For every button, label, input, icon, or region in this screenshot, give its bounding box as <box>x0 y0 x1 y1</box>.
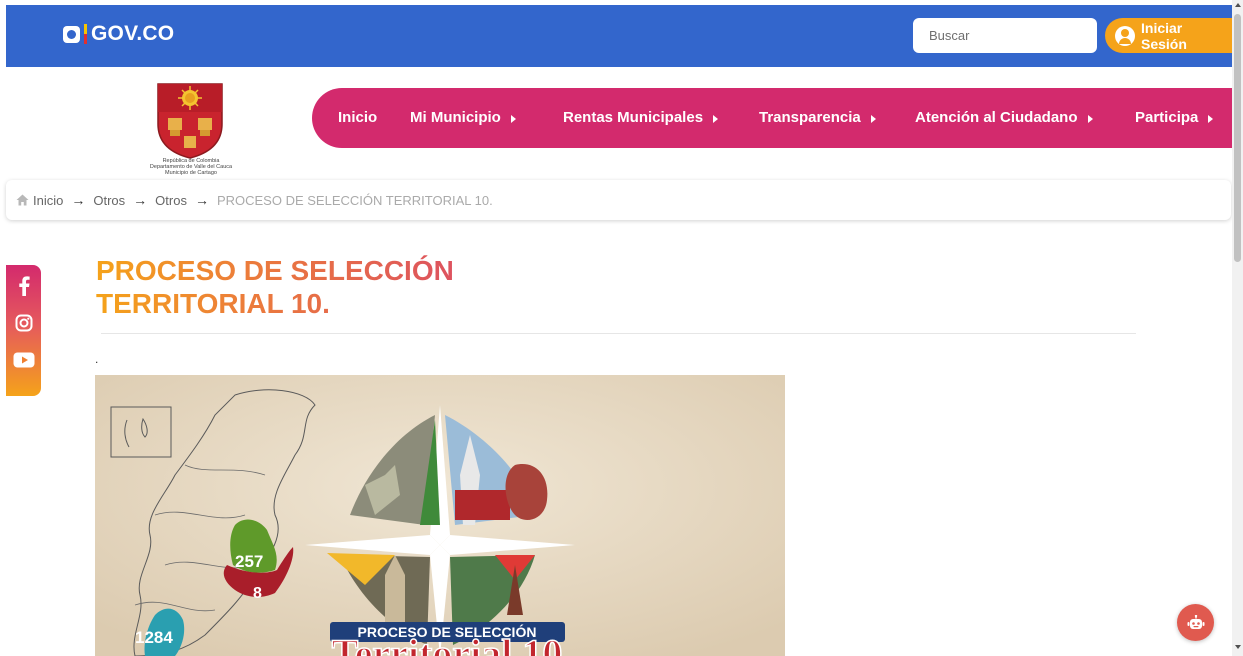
scroll-down-arrow-icon[interactable] <box>1235 645 1241 649</box>
gov-shield-icon <box>63 25 80 43</box>
nav-item-label: Participa <box>1135 109 1199 126</box>
facebook-icon[interactable] <box>13 275 35 297</box>
poster-number: 257 <box>235 552 263 571</box>
page-title-line: PROCESO DE SELECCIÓN <box>96 255 454 286</box>
home-icon <box>16 194 29 206</box>
social-sidebar <box>6 265 41 396</box>
nav-item-inicio[interactable]: Inicio <box>338 109 377 126</box>
page-scrollbar[interactable] <box>1232 0 1243 656</box>
crest-caption-line: Municipio de Cartago <box>165 170 217 176</box>
nav-item-transparencia[interactable]: Transparencia <box>759 109 876 126</box>
login-label: Iniciar Sesión <box>1141 19 1187 52</box>
poster-number: 8 <box>253 585 262 602</box>
breadcrumb-current: PROCESO DE SELECCIÓN TERRITORIAL 10. <box>216 192 493 208</box>
breadcrumb-separator: → <box>194 192 209 208</box>
scroll-up-arrow-icon[interactable] <box>1235 3 1241 7</box>
nav-item-label: Rentas Municipales <box>563 109 704 126</box>
scroll-thumb[interactable] <box>1234 14 1241 262</box>
user-circle-icon <box>1115 25 1135 46</box>
intro-text: . <box>95 352 99 366</box>
caret-right-icon <box>870 114 876 123</box>
breadcrumb-link-otros[interactable]: Otros <box>93 193 125 208</box>
gov-logo-text: GOV.CO <box>91 22 175 45</box>
caret-right-icon <box>713 114 719 123</box>
page: GOV.CO Iniciar Sesión República de Colom… <box>0 0 1243 656</box>
breadcrumb-link-otros[interactable]: Otros <box>155 193 187 208</box>
title-divider <box>101 333 1136 334</box>
login-button[interactable]: Iniciar Sesión <box>1105 18 1232 53</box>
crest-caption: República de Colombia Departamento de Va… <box>128 158 254 176</box>
gov-flag-bar <box>84 24 87 44</box>
breadcrumb-separator: → <box>71 192 86 208</box>
breadcrumb-separator: → <box>133 192 148 208</box>
nav-item-label: Mi Municipio <box>410 109 501 126</box>
breadcrumb: Inicio → Otros → Otros → PROCESO DE SELE… <box>6 180 1231 220</box>
gov-co-logo[interactable]: GOV.CO <box>63 22 174 46</box>
nav-item-mi-municipio[interactable]: Mi Municipio <box>410 109 516 126</box>
caret-right-icon <box>1208 114 1214 123</box>
poster-number: 1284 <box>135 628 173 647</box>
youtube-icon[interactable] <box>13 349 35 371</box>
breadcrumb-link-inicio[interactable]: Inicio <box>33 193 63 208</box>
page-title-line: TERRITORIAL 10. <box>96 288 330 319</box>
nav-item-participa[interactable]: Participa <box>1135 109 1214 126</box>
proceso-seleccion-poster-image: 257 8 1284 PROCESO DE SELECCIÓN Territor… <box>95 375 785 656</box>
nav-item-label: Inicio <box>338 109 378 126</box>
chatbot-button[interactable] <box>1177 604 1214 641</box>
caret-right-icon <box>510 114 516 123</box>
municipal-crest-logo[interactable] <box>154 80 226 160</box>
instagram-icon[interactable] <box>13 312 35 334</box>
page-title: PROCESO DE SELECCIÓN TERRITORIAL 10. <box>96 254 516 320</box>
main-navigation: Inicio Mi Municipio Rentas Municipales T… <box>312 88 1232 148</box>
nav-item-rentas-municipales[interactable]: Rentas Municipales <box>563 109 719 126</box>
nav-item-label: Atención al Ciudadano <box>915 109 1078 126</box>
nav-item-atencion-al-ciudadano[interactable]: Atención al Ciudadano <box>915 109 1093 126</box>
poster-big-text: Territorial 10 <box>332 631 563 656</box>
search-input[interactable] <box>913 18 1097 53</box>
caret-right-icon <box>1087 114 1093 123</box>
robot-icon <box>1187 614 1204 629</box>
nav-item-label: Transparencia <box>759 109 861 126</box>
